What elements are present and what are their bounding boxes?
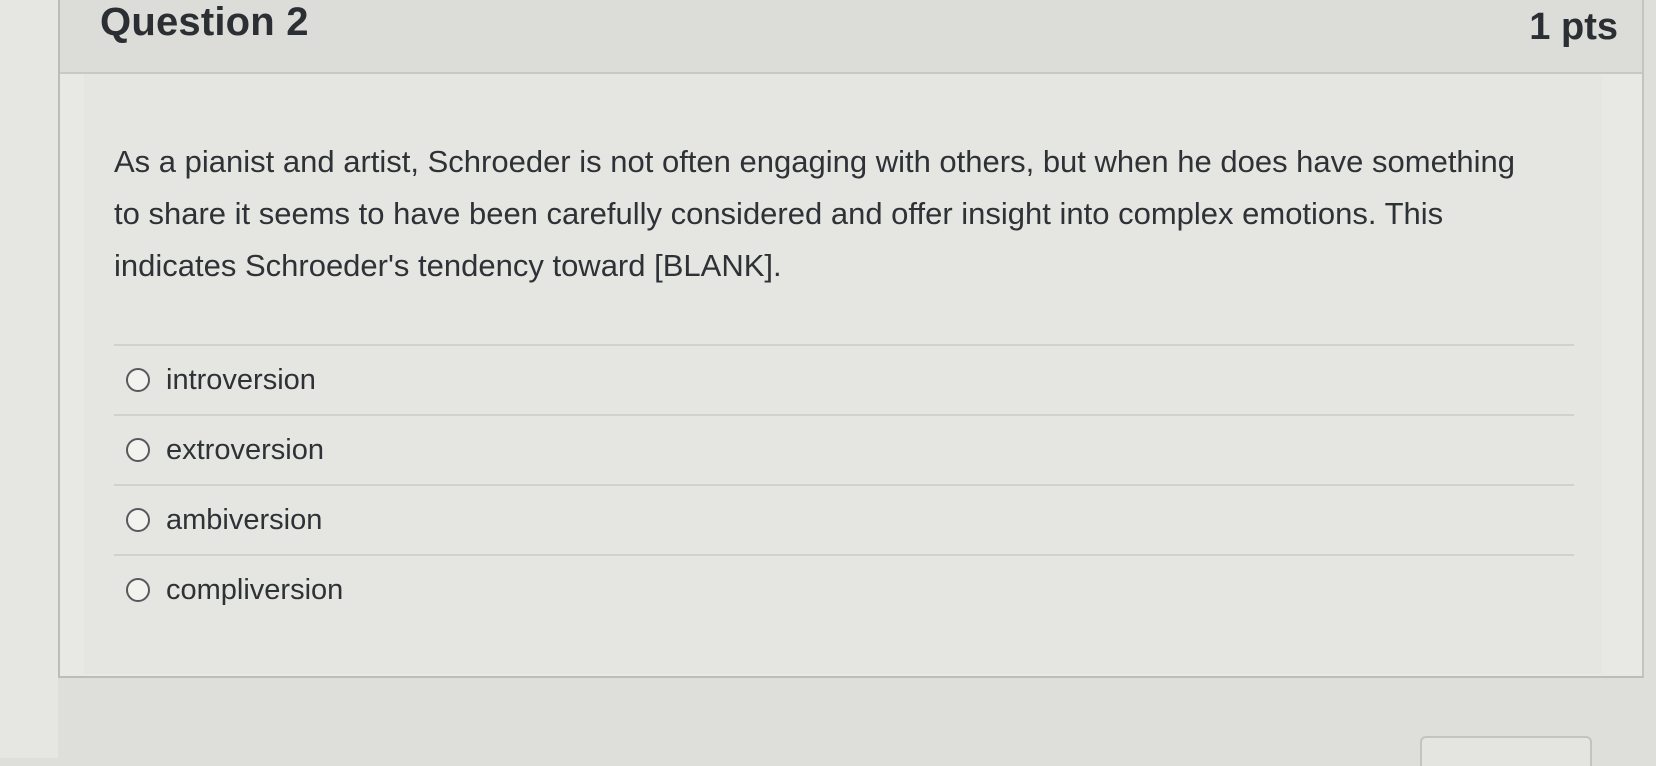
question-body: As a pianist and artist, Schroeder is no…: [84, 74, 1602, 674]
radio-button-icon[interactable]: [126, 508, 150, 532]
page-margin: [0, 0, 58, 758]
question-header: Question 2 1 pts: [60, 0, 1642, 74]
answer-option-compliversion[interactable]: compliversion: [114, 554, 1574, 624]
answer-option-ambiversion[interactable]: ambiversion: [114, 484, 1574, 554]
question-points: 1 pts: [1529, 6, 1618, 48]
answer-option-extroversion[interactable]: extroversion: [114, 414, 1574, 484]
radio-button-icon[interactable]: [126, 578, 150, 602]
radio-button-icon[interactable]: [126, 438, 150, 462]
question-text: As a pianist and artist, Schroeder is no…: [114, 144, 1516, 283]
answer-option-introversion[interactable]: introversion: [114, 344, 1574, 414]
answer-list: introversion extroversion ambiversion co…: [114, 344, 1574, 624]
radio-button-icon[interactable]: [126, 368, 150, 392]
question-card: Question 2 1 pts As a pianist and artist…: [58, 0, 1644, 678]
answer-label: extroversion: [166, 433, 324, 466]
answer-label: compliversion: [166, 573, 344, 606]
partial-button[interactable]: [1420, 736, 1592, 766]
question-title: Question 2: [100, 0, 309, 44]
answer-label: ambiversion: [166, 503, 323, 536]
answer-label: introversion: [166, 363, 316, 396]
